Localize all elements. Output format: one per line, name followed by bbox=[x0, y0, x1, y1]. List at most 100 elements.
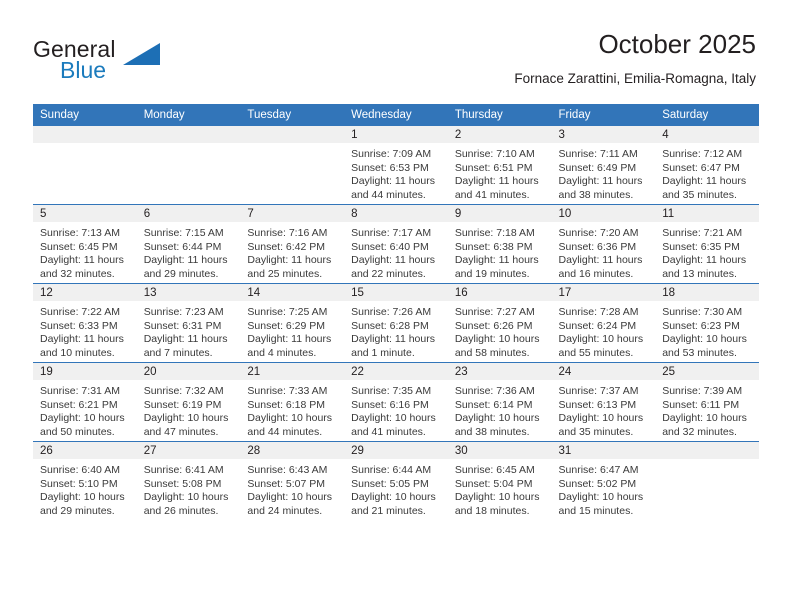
calendar-day-cell[interactable]: 4 Sunrise: 7:12 AM Sunset: 6:47 PM Daylight… bbox=[655, 126, 759, 205]
sunset-text: Sunset: 6:38 PM bbox=[454, 240, 533, 253]
calendar-day-cell[interactable]: 16 Sunrise: 7:27 AM Sunset: 6:26 PM Dayligh… bbox=[447, 283, 552, 363]
day-number: 15 bbox=[344, 284, 448, 301]
sunset-text: Sunset: 5:08 PM bbox=[143, 477, 222, 490]
calendar-day-cell[interactable]: 24 Sunrise: 7:37 AM Sunset: 6:13 PM Dayligh… bbox=[551, 362, 656, 442]
calendar-day-cell[interactable]: 17 Sunrise: 7:28 AM Sunset: 6:24 PM Dayligh… bbox=[551, 283, 656, 363]
location-subtitle: Fornace Zarattini, Emilia-Romagna, Italy bbox=[514, 71, 756, 86]
sunset-text: Sunset: 5:10 PM bbox=[40, 477, 118, 490]
calendar-day-cell[interactable]: 7 Sunrise: 7:16 AM Sunset: 6:42 PM Daylight… bbox=[240, 204, 345, 284]
daylight-text-line1: Daylight: 10 hours bbox=[143, 491, 229, 504]
sunrise-text: Sunrise: 6:45 AM bbox=[454, 464, 535, 476]
calendar-day-cell[interactable]: 6 Sunrise: 7:15 AM Sunset: 6:44 PM Daylight… bbox=[136, 204, 241, 284]
sunrise-text: Sunrise: 7:21 AM bbox=[662, 227, 743, 239]
calendar-day-cell[interactable]: 23 Sunrise: 7:36 AM Sunset: 6:14 PM Dayligh… bbox=[447, 362, 552, 442]
sunrise-text: Sunrise: 7:23 AM bbox=[143, 306, 224, 318]
calendar-day-cell[interactable]: 12 Sunrise: 7:22 AM Sunset: 6:33 PM Dayligh… bbox=[33, 283, 137, 363]
day-number: 20 bbox=[136, 363, 241, 380]
daylight-text-line1: Daylight: 10 hours bbox=[454, 333, 540, 346]
calendar-day-cell[interactable]: 8 Sunrise: 7:17 AM Sunset: 6:40 PM Daylight… bbox=[344, 204, 448, 284]
sunset-text: Sunset: 6:19 PM bbox=[143, 398, 222, 411]
calendar-day-cell[interactable]: 11 Sunrise: 7:21 AM Sunset: 6:35 PM Dayligh… bbox=[655, 204, 759, 284]
weekday-header-friday: Friday bbox=[551, 104, 656, 126]
weekday-header-row: Sunday Monday Tuesday Wednesday Thursday Frid… bbox=[33, 104, 759, 126]
day-number: 22 bbox=[344, 363, 448, 380]
day-details: Sunrise: 7:12 AM Sunset: 6:47 PM Daylight:… bbox=[655, 143, 759, 202]
daylight-text-line2: and 24 minutes. bbox=[247, 504, 323, 517]
calendar-day-cell[interactable]: 9 Sunrise: 7:18 AM Sunset: 6:38 PM Daylight… bbox=[447, 204, 552, 284]
daylight-text-line1: Daylight: 10 hours bbox=[351, 412, 436, 425]
sunset-text: Sunset: 6:53 PM bbox=[351, 161, 429, 174]
weekday-header-saturday: Saturday bbox=[655, 104, 759, 126]
calendar-day-cell[interactable]: 25 Sunrise: 7:39 AM Sunset: 6:11 PM Dayligh… bbox=[655, 362, 759, 442]
daylight-text-line1: Daylight: 11 hours bbox=[558, 254, 643, 267]
daylight-text-line1: Daylight: 10 hours bbox=[454, 491, 540, 504]
daylight-text-line1: Daylight: 11 hours bbox=[558, 175, 643, 188]
sunset-text: Sunset: 6:14 PM bbox=[454, 398, 533, 411]
sunset-text: Sunset: 6:36 PM bbox=[558, 240, 637, 253]
daylight-text-line2: and 15 minutes. bbox=[558, 504, 634, 517]
weekday-header-thursday: Thursday bbox=[447, 104, 552, 126]
day-number: 29 bbox=[344, 442, 448, 459]
day-details: Sunrise: 6:45 AM Sunset: 5:04 PM Daylight:… bbox=[448, 459, 552, 518]
sunrise-text: Sunrise: 7:26 AM bbox=[351, 306, 432, 318]
weekday-header-wednesday: Wednesday bbox=[344, 104, 448, 126]
calendar-day-cell[interactable]: 29 Sunrise: 6:44 AM Sunset: 5:05 PM Dayligh… bbox=[344, 441, 448, 520]
calendar-day-cell[interactable]: 28 Sunrise: 6:43 AM Sunset: 5:07 PM Dayligh… bbox=[240, 441, 345, 520]
calendar-day-cell[interactable]: 15 Sunrise: 7:26 AM Sunset: 6:28 PM Dayligh… bbox=[344, 283, 448, 363]
weekday-header-sunday: Sunday bbox=[33, 104, 137, 126]
day-details: Sunrise: 7:33 AM Sunset: 6:18 PM Daylight:… bbox=[240, 380, 344, 439]
daylight-text-line1: Daylight: 10 hours bbox=[40, 491, 125, 504]
daylight-text-line2: and 4 minutes. bbox=[247, 346, 317, 359]
sunset-text: Sunset: 6:47 PM bbox=[662, 161, 740, 174]
calendar-day-cell[interactable]: 26 Sunrise: 6:40 AM Sunset: 5:10 PM Dayligh… bbox=[33, 441, 137, 520]
calendar-day-cell-empty bbox=[33, 126, 137, 205]
calendar-day-cell[interactable]: 14 Sunrise: 7:25 AM Sunset: 6:29 PM Dayligh… bbox=[240, 283, 345, 363]
calendar-day-cell[interactable]: 31 Sunrise: 6:47 AM Sunset: 5:02 PM Dayligh… bbox=[551, 441, 656, 520]
calendar-week-row: 5 Sunrise: 7:13 AM Sunset: 6:45 PM Daylight… bbox=[33, 204, 759, 284]
daylight-text-line1: Daylight: 10 hours bbox=[351, 491, 436, 504]
brand-logo[interactable]: General Blue bbox=[33, 36, 253, 83]
sunrise-text: Sunrise: 7:30 AM bbox=[662, 306, 743, 318]
sunset-text: Sunset: 5:05 PM bbox=[351, 477, 429, 490]
calendar-day-cell[interactable]: 1 Sunrise: 7:09 AM Sunset: 6:53 PM Daylight… bbox=[344, 126, 448, 205]
calendar-day-cell[interactable]: 13 Sunrise: 7:23 AM Sunset: 6:31 PM Dayligh… bbox=[136, 283, 241, 363]
daylight-text-line1: Daylight: 10 hours bbox=[662, 412, 747, 425]
daylight-text-line2: and 25 minutes. bbox=[247, 267, 323, 280]
daylight-text-line2: and 7 minutes. bbox=[143, 346, 213, 359]
day-details: Sunrise: 6:47 AM Sunset: 5:02 PM Daylight:… bbox=[552, 459, 656, 518]
title-block: October 2025 Fornace Zarattini, Emilia-R… bbox=[514, 28, 756, 89]
day-number: 3 bbox=[551, 126, 656, 143]
daylight-text-line1: Daylight: 10 hours bbox=[143, 412, 229, 425]
daylight-text-line1: Daylight: 11 hours bbox=[662, 254, 747, 267]
daylight-text-line2: and 44 minutes. bbox=[247, 425, 323, 438]
daylight-text-line2: and 21 minutes. bbox=[351, 504, 426, 517]
sunset-text: Sunset: 6:28 PM bbox=[351, 319, 429, 332]
day-details: Sunrise: 7:17 AM Sunset: 6:40 PM Daylight:… bbox=[344, 222, 448, 281]
daylight-text-line2: and 26 minutes. bbox=[143, 504, 219, 517]
sunset-text: Sunset: 6:18 PM bbox=[247, 398, 326, 411]
calendar-day-cell[interactable]: 5 Sunrise: 7:13 AM Sunset: 6:45 PM Daylight… bbox=[33, 204, 137, 284]
calendar-day-cell[interactable]: 27 Sunrise: 6:41 AM Sunset: 5:08 PM Dayligh… bbox=[136, 441, 241, 520]
calendar-day-cell[interactable]: 2 Sunrise: 7:10 AM Sunset: 6:51 PM Daylight… bbox=[447, 126, 552, 205]
calendar-day-cell[interactable]: 10 Sunrise: 7:20 AM Sunset: 6:36 PM Dayligh… bbox=[551, 204, 656, 284]
sunset-text: Sunset: 6:42 PM bbox=[247, 240, 326, 253]
calendar-day-cell[interactable]: 20 Sunrise: 7:32 AM Sunset: 6:19 PM Dayligh… bbox=[136, 362, 241, 442]
day-number: 24 bbox=[551, 363, 656, 380]
daylight-text-line2: and 29 minutes. bbox=[143, 267, 219, 280]
sunrise-text: Sunrise: 7:20 AM bbox=[558, 227, 639, 239]
sunset-text: Sunset: 6:26 PM bbox=[454, 319, 533, 332]
day-details: Sunrise: 6:44 AM Sunset: 5:05 PM Daylight:… bbox=[344, 459, 448, 518]
day-details: Sunrise: 7:23 AM Sunset: 6:31 PM Daylight:… bbox=[137, 301, 241, 360]
daylight-text-line2: and 44 minutes. bbox=[351, 188, 426, 201]
calendar-day-cell[interactable]: 19 Sunrise: 7:31 AM Sunset: 6:21 PM Dayligh… bbox=[33, 362, 137, 442]
calendar-day-cell[interactable]: 21 Sunrise: 7:33 AM Sunset: 6:18 PM Dayligh… bbox=[240, 362, 345, 442]
daylight-text-line1: Daylight: 10 hours bbox=[454, 412, 540, 425]
day-details: Sunrise: 7:27 AM Sunset: 6:26 PM Daylight:… bbox=[448, 301, 552, 360]
calendar-day-cell[interactable]: 30 Sunrise: 6:45 AM Sunset: 5:04 PM Dayligh… bbox=[447, 441, 552, 520]
day-number: 9 bbox=[447, 205, 552, 222]
calendar-day-cell[interactable]: 3 Sunrise: 7:11 AM Sunset: 6:49 PM Daylight… bbox=[551, 126, 656, 205]
sunset-text: Sunset: 5:07 PM bbox=[247, 477, 326, 490]
calendar-day-cell-empty bbox=[240, 126, 345, 205]
calendar-day-cell[interactable]: 22 Sunrise: 7:35 AM Sunset: 6:16 PM Dayligh… bbox=[344, 362, 448, 442]
calendar-day-cell[interactable]: 18 Sunrise: 7:30 AM Sunset: 6:23 PM Dayligh… bbox=[655, 283, 759, 363]
